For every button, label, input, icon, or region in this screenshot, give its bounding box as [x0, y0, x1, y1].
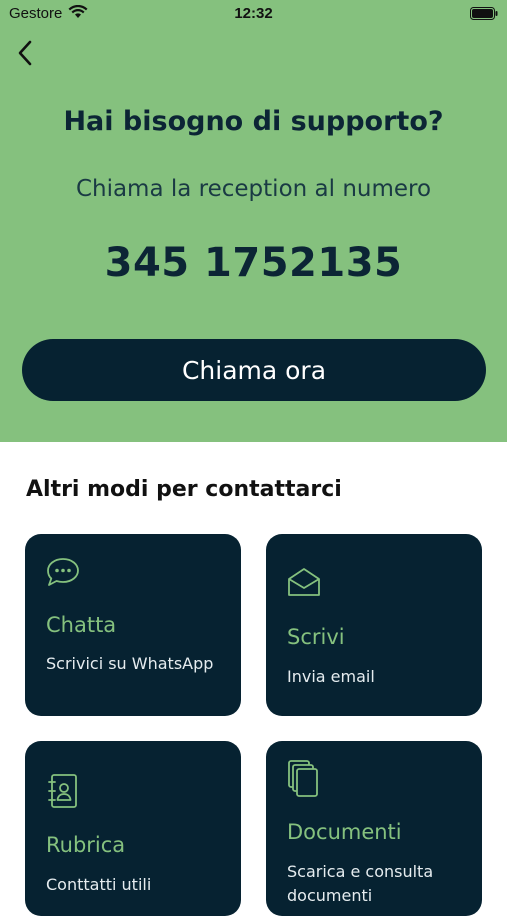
section-title: Altri modi per contattarci — [26, 477, 342, 502]
card-subtitle: Conttatti utili — [46, 875, 152, 894]
card-title: Documenti — [287, 820, 402, 844]
documents-icon — [286, 759, 320, 803]
battery-icon — [470, 7, 498, 24]
reception-subtitle: Chiama la reception al numero — [75, 176, 432, 202]
card-chat[interactable]: Chatta Scrivici su WhatsApp — [25, 534, 241, 716]
card-title: Scrivi — [287, 625, 345, 649]
clock: 12:32 — [234, 5, 273, 22]
status-bar: Gestore 12:32 — [0, 0, 507, 28]
card-title: Chatta — [46, 613, 117, 637]
call-now-button[interactable]: Chiama ora — [22, 339, 486, 401]
chat-bubble-icon — [45, 556, 81, 592]
card-title: Rubrica — [46, 833, 126, 857]
card-subtitle: Scrivici su WhatsApp — [46, 654, 214, 673]
phone-number: 345 1752135 — [104, 240, 403, 286]
card-documents[interactable]: Documenti Scarica e consulta documenti — [266, 741, 482, 916]
chevron-left-icon — [18, 40, 32, 66]
card-address-book[interactable]: Rubrica Conttatti utili — [25, 741, 241, 916]
card-subtitle: Scarica e consulta documenti — [287, 862, 434, 905]
back-button[interactable] — [10, 36, 40, 70]
card-email[interactable]: Scrivi Invia email — [266, 534, 482, 716]
page-title: Hai bisogno di supporto? — [63, 106, 444, 137]
card-subtitle: Invia email — [287, 667, 375, 686]
envelope-icon — [286, 566, 322, 602]
address-book-icon — [47, 773, 79, 813]
